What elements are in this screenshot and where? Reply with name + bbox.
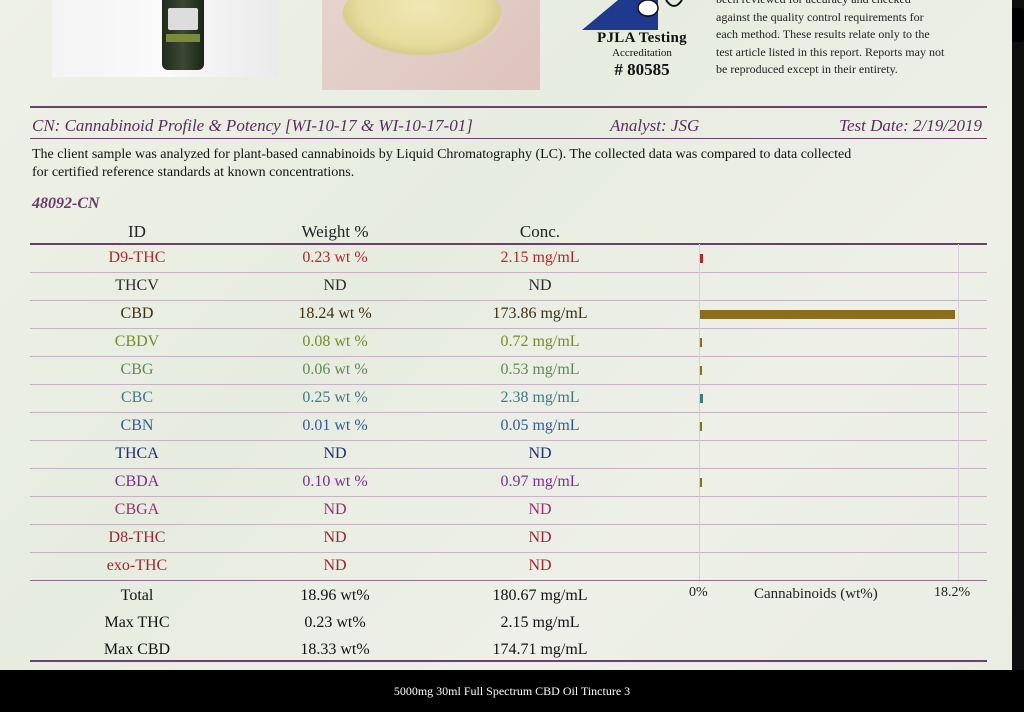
cell-id: exo-THC — [106, 557, 168, 574]
cell-weight: 18.24 wt % — [298, 305, 372, 322]
intro-text: The client sample was analyzed for plant… — [32, 146, 987, 182]
cell-id: CBD — [120, 305, 154, 322]
cell-weight: ND — [323, 445, 347, 462]
cell-weight: 0.06 wt % — [302, 361, 368, 378]
cell-weight: ND — [323, 277, 347, 294]
cell-conc: ND — [528, 557, 552, 574]
intro-line: for certified reference standards at kno… — [32, 165, 355, 180]
potency-chart — [699, 244, 959, 582]
total-conc: 174.71 mg/mL — [492, 641, 588, 658]
cell-conc: 0.97 mg/mL — [500, 473, 580, 490]
edge-tab — [1012, 8, 1024, 42]
chart-bar-cbc — [700, 394, 704, 403]
cell-weight: 0.25 wt % — [302, 389, 368, 406]
total-conc: 2.15 mg/mL — [500, 614, 580, 631]
cell-id: CBDA — [114, 473, 160, 490]
sample-id: 48092-CN — [32, 195, 100, 212]
bottle-label — [168, 8, 198, 30]
header-rule-bottom — [30, 138, 987, 139]
chart-bar-d9-thc — [700, 254, 704, 263]
cell-id: CBC — [120, 389, 153, 406]
cell-conc: 173.86 mg/mL — [492, 305, 588, 322]
cell-id: THCV — [115, 277, 159, 294]
caption-bar: 5000mg 30ml Full Spectrum CBD Oil Tinctu… — [0, 670, 1024, 712]
accreditation-number: # 80585 — [614, 60, 670, 79]
analyst-label: Analyst: JSG — [610, 116, 700, 135]
cell-weight: ND — [323, 557, 347, 574]
section-title: CN: Cannabinoid Profile & Potency [WI-10… — [32, 116, 473, 135]
chart-axis-max: 18.2% — [934, 585, 971, 600]
totals-rule — [30, 580, 987, 581]
disclaimer-line: each method. These results relate only t… — [716, 27, 930, 41]
cell-id: D8-THC — [108, 529, 166, 546]
cell-weight: ND — [323, 529, 347, 546]
cell-weight: 0.10 wt % — [302, 473, 368, 490]
bottle-image — [162, 0, 204, 70]
accreditation-block: PJLA Testing Accreditation # 80585 — [582, 30, 702, 80]
cell-weight: 0.23 wt % — [302, 249, 368, 266]
test-date: Test Date: 2/19/2019 — [839, 116, 982, 135]
chart-bar-cbdv — [700, 338, 702, 347]
product-photo — [52, 0, 279, 77]
disclaimer-line: been reviewed for accuracy and checked — [716, 0, 980, 9]
totals-row: Max THC 0.23 wt% 2.15 mg/mL — [30, 610, 987, 638]
disclaimer-line: test article listed in this report. Repo… — [716, 44, 945, 59]
image-caption: 5000mg 30ml Full Spectrum CBD Oil Tinctu… — [393, 684, 631, 698]
cell-id: CBG — [120, 361, 154, 378]
column-header-weight: Weight % — [301, 222, 369, 241]
accreditation-label: Accreditation — [612, 47, 672, 59]
cell-id: THCA — [115, 445, 159, 462]
column-header-id: ID — [128, 222, 146, 241]
cell-id: CBN — [120, 417, 154, 434]
cell-weight: 0.01 wt % — [302, 417, 368, 434]
cell-conc: ND — [528, 445, 552, 462]
cell-conc: ND — [528, 501, 552, 518]
cell-weight: 0.08 wt % — [302, 333, 368, 350]
lab-name: PJLA Testing — [597, 30, 687, 46]
cell-weight: ND — [323, 501, 347, 518]
disclaimer-line: against the quality control requirements… — [716, 9, 924, 24]
window-edge — [1012, 0, 1024, 670]
header-rule-top — [30, 106, 987, 108]
cell-conc: 0.72 mg/mL — [500, 333, 580, 350]
total-weight: 0.23 wt% — [304, 614, 366, 631]
total-label: Total — [120, 587, 154, 604]
chart-axis-min: 0% — [689, 585, 708, 600]
total-conc: 180.67 mg/mL — [492, 587, 588, 604]
bottle-band — [166, 34, 200, 42]
total-label: Max THC — [104, 614, 170, 631]
sample-droplet — [342, 0, 502, 55]
chart-axis-title: Cannabinoids (wt%) — [754, 586, 878, 602]
total-weight: 18.33 wt% — [300, 641, 370, 658]
total-weight: 18.96 wt% — [300, 587, 370, 604]
cell-conc: ND — [528, 277, 552, 294]
cell-conc: 0.53 mg/mL — [500, 361, 580, 378]
column-header-conc: Conc. — [519, 222, 561, 241]
cell-id: CBGA — [114, 501, 160, 518]
cell-id: CBDV — [114, 333, 160, 350]
chart-bar-cbg — [700, 366, 702, 375]
cell-conc: 2.38 mg/mL — [500, 389, 580, 406]
report-page: PJLA Testing Accreditation # 80585 been … — [0, 0, 1012, 670]
cell-id: D9-THC — [108, 249, 166, 266]
disclaimer-text: been reviewed for accuracy and checked a… — [716, 0, 980, 79]
total-label: Max CBD — [103, 641, 171, 658]
disclaimer-line: be reproduced except in their entirety. — [716, 62, 898, 76]
pjla-logo — [582, 0, 683, 30]
chart-bar-cbd — [700, 310, 955, 319]
sample-photo — [322, 0, 540, 90]
cell-conc: 2.15 mg/mL — [500, 249, 580, 266]
intro-line: The client sample was analyzed for plant… — [32, 147, 852, 162]
chart-bar-cbda — [700, 478, 702, 487]
cell-conc: ND — [528, 529, 552, 546]
footer-rule — [30, 660, 987, 662]
cell-conc: 0.05 mg/mL — [500, 417, 580, 434]
chart-bar-cbn — [700, 422, 702, 431]
